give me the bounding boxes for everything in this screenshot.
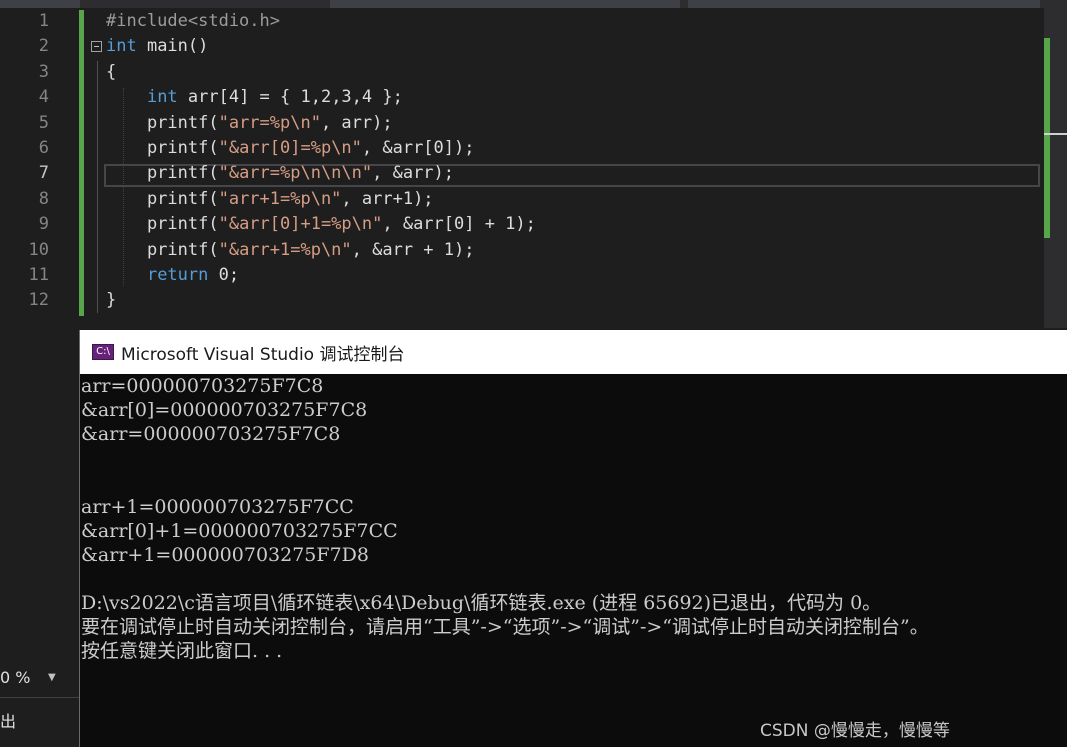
console-line: &arr[0]+1=000000703275F7CC	[81, 519, 398, 542]
line-number: 7	[38, 163, 49, 184]
code-token-str: "arr=%p\n"	[218, 112, 321, 133]
code-token-kw: return	[146, 265, 209, 285]
code-token: printf(	[106, 138, 219, 158]
divider	[0, 697, 79, 698]
code-token: printf(	[106, 112, 219, 133]
csdn-watermark: CSDN @慢慢走，慢慢等	[760, 721, 950, 741]
member-dropdown[interactable]	[688, 0, 1040, 8]
tab-file[interactable]	[0, 0, 80, 8]
scrollbar-caret-marker	[1044, 133, 1067, 135]
scrollbar-change-marker	[1044, 38, 1050, 238]
code-line[interactable]: printf("&arr+1=%p\n", &arr + 1);	[106, 238, 475, 263]
code-token: {	[106, 61, 117, 82]
code-token-pp: #include<stdio.h>	[106, 11, 280, 31]
console-line: D:\vs2022\c语言项目\循环链表\x64\Debug\循环链表.exe …	[81, 591, 882, 614]
console-titlebar[interactable]: C:\ Microsoft Visual Studio 调试控制台	[80, 330, 1067, 374]
code-line[interactable]: #include<stdio.h>	[106, 9, 280, 34]
code-token: 0;	[208, 265, 240, 285]
code-line[interactable]: printf("&arr=%p\n\n\n", &arr);	[106, 161, 454, 186]
line-number: 11	[28, 265, 49, 285]
code-token-str: "&arr[0]=%p\n"	[218, 138, 362, 158]
scope-dropdown[interactable]	[330, 0, 680, 8]
code-token: }	[106, 290, 117, 311]
code-line[interactable]: }	[106, 288, 116, 313]
console-line: 按任意键关闭此窗口. . .	[81, 640, 283, 663]
tab-strip	[0, 0, 1067, 8]
code-token-str: "&arr[0]+1=%p\n"	[218, 214, 383, 235]
code-line[interactable]: {	[106, 60, 116, 85]
code-token: , &arr[0] + 1);	[382, 214, 536, 235]
console-app-icon: C:\	[92, 344, 114, 360]
line-number: 8	[38, 188, 49, 209]
code-token-str: "arr+1=%p\n"	[218, 188, 342, 209]
line-number: 2	[38, 36, 49, 57]
line-number: 3	[38, 61, 49, 82]
debug-console-window[interactable]: C:\ Microsoft Visual Studio 调试控制台 arr=00…	[79, 330, 1067, 747]
line-number: 6	[38, 138, 49, 158]
code-token-str: "&arr+1=%p\n"	[218, 239, 352, 260]
code-line[interactable]: printf("arr=%p\n", arr);	[106, 111, 393, 136]
code-line[interactable]: printf("&arr[0]=%p\n", &arr[0]);	[106, 136, 475, 161]
code-token-str: "&arr=%p\n\n\n"	[218, 163, 373, 184]
code-token: main()	[136, 36, 209, 57]
output-panel-label[interactable]: 出	[0, 708, 16, 732]
code-token: , &arr);	[372, 163, 455, 184]
line-number-gutter: 1 2 3 4 5 6 7 8 9 10 11 12	[0, 8, 79, 747]
console-line: &arr=000000703275F7C8	[81, 423, 341, 446]
line-number: 10	[28, 239, 49, 260]
console-line: &arr+1=000000703275F7D8	[81, 543, 369, 566]
console-line: &arr[0]=000000703275F7C8	[81, 399, 368, 422]
line-number: 12	[28, 290, 49, 311]
code-token: , arr+1);	[341, 188, 434, 209]
code-token: printf(	[106, 239, 219, 260]
console-line: arr+1=000000703275F7CC	[81, 495, 354, 518]
code-token: printf(	[106, 214, 219, 235]
code-line[interactable]: return 0;	[106, 263, 239, 288]
zoom-level[interactable]: 0 % ▼	[0, 664, 62, 692]
code-line[interactable]: int main()	[106, 34, 208, 59]
code-token-kw: int	[106, 36, 137, 57]
console-title: Microsoft Visual Studio 调试控制台	[121, 345, 405, 365]
console-line: 要在调试停止时自动关闭控制台，请启用“工具”->“选项”->“调试”->“调试停…	[81, 616, 929, 638]
code-line[interactable]: printf("&arr[0]+1=%p\n", &arr[0] + 1);	[106, 212, 536, 237]
code-editor[interactable]: #include<stdio.h> int main(){ int arr[4] …	[84, 8, 1044, 328]
code-token: , &arr[0]);	[361, 138, 475, 158]
line-number: 9	[38, 214, 49, 235]
line-number: 5	[38, 112, 49, 133]
code-token: arr[4] = { 1,2,3,4 };	[177, 87, 403, 108]
code-token: printf(	[106, 163, 219, 184]
code-line[interactable]: printf("arr+1=%p\n", arr+1);	[106, 187, 434, 212]
code-token: , arr);	[320, 112, 393, 133]
line-number: 4	[38, 87, 49, 108]
editor-scrollbar[interactable]	[1044, 8, 1067, 328]
code-line[interactable]: int arr[4] = { 1,2,3,4 };	[106, 85, 403, 110]
console-output: arr=000000703275F7C8 &arr[0]=000000703275…	[80, 374, 1067, 747]
line-number: 1	[38, 11, 49, 31]
zoom-value: 0 %	[0, 668, 31, 687]
code-token: printf(	[106, 188, 219, 209]
code-token-kw: int	[146, 87, 178, 108]
console-line: arr=000000703275F7C8	[81, 375, 324, 397]
chevron-down-icon[interactable]: ▼	[48, 664, 56, 692]
code-token: , &arr + 1);	[351, 239, 475, 260]
